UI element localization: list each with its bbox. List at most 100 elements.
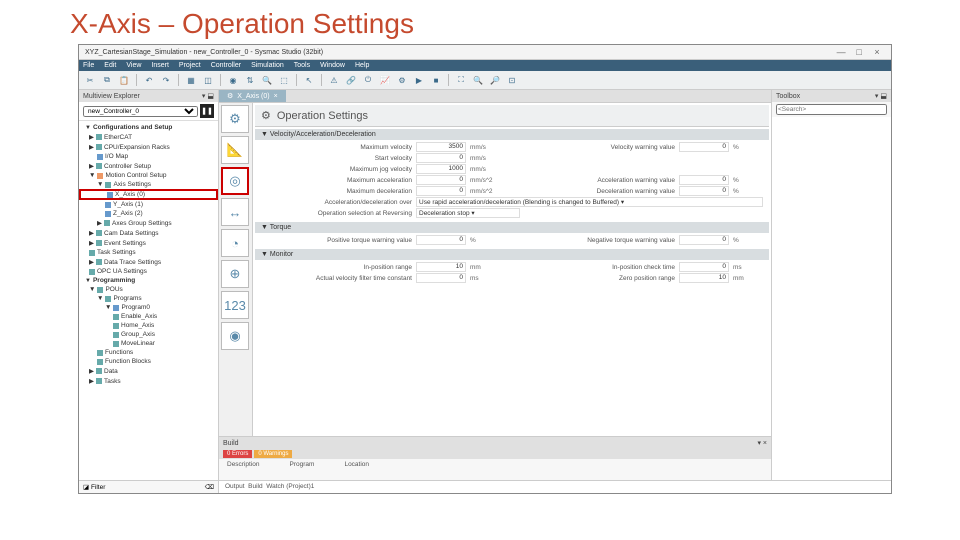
tree-pous[interactable]: ▼ POUs — [79, 285, 218, 294]
menu-view[interactable]: View — [126, 62, 141, 69]
tree-config[interactable]: ▼Configurations and Setup — [79, 123, 218, 132]
zoom-out-icon[interactable]: 🔎 — [488, 73, 502, 87]
cursor-icon[interactable]: ↖ — [302, 73, 316, 87]
tree-event[interactable]: ▶ Event Settings — [79, 238, 218, 248]
tree-controller-setup[interactable]: ▶ Controller Setup — [79, 161, 218, 171]
accwarn-input[interactable]: 0 — [679, 175, 729, 185]
adover-dropdown[interactable]: Use rapid acceleration/deceleration (Ble… — [416, 197, 763, 207]
tree-y-axis[interactable]: Y_Axis (1) — [79, 200, 218, 209]
section-header-torque[interactable]: ▼ Torque — [255, 222, 769, 233]
sim-icon[interactable]: ▶ — [412, 73, 426, 87]
nav-homing[interactable]: ⊕ — [221, 260, 249, 288]
redo-icon[interactable]: ↷ — [159, 73, 173, 87]
pause-button[interactable]: ❚❚ — [200, 104, 214, 118]
section-header-monitor[interactable]: ▼ Monitor — [255, 249, 769, 260]
section-header-velocity[interactable]: ▼ Velocity/Acceleration/Deceleration — [255, 129, 769, 140]
negtorque-input[interactable]: 0 — [679, 235, 729, 245]
zpr-input[interactable]: 10 — [679, 273, 729, 283]
build-icon[interactable]: ▦ — [184, 73, 198, 87]
toolbox-search-input[interactable] — [776, 104, 887, 115]
nav-other[interactable]: ↔ — [221, 198, 249, 226]
tree-cpu[interactable]: ▶ CPU/Expansion Racks — [79, 142, 218, 152]
maxvel-input[interactable]: 3500 — [416, 142, 466, 152]
online-icon[interactable]: ◉ — [226, 73, 240, 87]
tree-trace[interactable]: ▶ Data Trace Settings — [79, 257, 218, 267]
panel-pin-icon[interactable]: ▾ ⬓ — [875, 92, 887, 100]
link-icon[interactable]: 🔗 — [344, 73, 358, 87]
postorque-input[interactable]: 0 — [416, 235, 466, 245]
menu-simulation[interactable]: Simulation — [251, 62, 284, 69]
tab-watch[interactable]: Watch (Project)1 — [266, 483, 314, 490]
maximize-button[interactable]: □ — [851, 47, 867, 57]
tree-movelinear[interactable]: MoveLinear — [79, 339, 218, 348]
panel-pin-icon[interactable]: ▾ ⬓ — [202, 92, 214, 100]
sync-icon[interactable]: ⇅ — [243, 73, 257, 87]
tree-x-axis[interactable]: X_Axis (0) — [79, 189, 218, 200]
controller-dropdown[interactable]: new_Controller_0 — [83, 106, 198, 117]
menu-help[interactable]: Help — [355, 62, 369, 69]
tree-home-axis[interactable]: Home_Axis — [79, 321, 218, 330]
tree-cam[interactable]: ▶ Cam Data Settings — [79, 228, 218, 238]
tree-group-axis[interactable]: Group_Axis — [79, 330, 218, 339]
nav-unit-conversion[interactable]: 📐 — [221, 136, 249, 164]
copy-icon[interactable]: ⧉ — [100, 73, 114, 87]
rebuild-icon[interactable]: ◫ — [201, 73, 215, 87]
menu-controller[interactable]: Controller — [211, 62, 241, 69]
ipc-input[interactable]: 0 — [679, 262, 729, 272]
opsel-dropdown[interactable]: Deceleration stop ▾ — [416, 208, 520, 218]
zoom-100-icon[interactable]: ⊡ — [505, 73, 519, 87]
tab-output[interactable]: Output — [225, 483, 245, 490]
menu-tools[interactable]: Tools — [294, 62, 310, 69]
panel-close-icon[interactable]: ▾ × — [757, 439, 767, 447]
nav-position-count[interactable]: 123 — [221, 291, 249, 319]
graph-icon[interactable]: 📈 — [378, 73, 392, 87]
tab-build[interactable]: Build — [248, 483, 262, 490]
tree-opcua[interactable]: OPC UA Settings — [79, 267, 218, 276]
tree-iomap[interactable]: I/O Map — [79, 152, 218, 161]
cut-icon[interactable]: ✂ — [83, 73, 97, 87]
tab-close-icon[interactable]: × — [274, 93, 278, 100]
stop-icon[interactable]: ■ — [429, 73, 443, 87]
controller-icon[interactable]: ⬚ — [277, 73, 291, 87]
menu-project[interactable]: Project — [179, 62, 201, 69]
tree-function-blocks[interactable]: Function Blocks — [79, 357, 218, 366]
warnings-tab[interactable]: 0 Warnings — [254, 450, 292, 458]
tree-ethercat[interactable]: ▶ EtherCAT — [79, 132, 218, 142]
search-icon[interactable]: 🔍 — [260, 73, 274, 87]
zoom-fit-icon[interactable]: ⛶ — [454, 73, 468, 87]
tree-functions[interactable]: Functions — [79, 348, 218, 357]
tree-task[interactable]: Task Settings — [79, 248, 218, 257]
menu-edit[interactable]: Edit — [104, 62, 116, 69]
menu-insert[interactable]: Insert — [151, 62, 169, 69]
minimize-button[interactable]: — — [833, 47, 849, 57]
velwarn-input[interactable]: 0 — [679, 142, 729, 152]
tree-enable-axis[interactable]: Enable_Axis — [79, 312, 218, 321]
errors-tab[interactable]: 0 Errors — [223, 450, 252, 458]
startvel-input[interactable]: 0 — [416, 153, 466, 163]
filter-bar[interactable]: ◪ Filter ⌫ — [79, 481, 219, 493]
tree-programming[interactable]: ▼Programming — [79, 276, 218, 285]
tree-axis-settings[interactable]: ▼ Axis Settings — [79, 180, 218, 189]
undo-icon[interactable]: ↶ — [142, 73, 156, 87]
menu-window[interactable]: Window — [320, 62, 345, 69]
maxjog-input[interactable]: 1000 — [416, 164, 466, 174]
close-button[interactable]: × — [869, 47, 885, 57]
power-icon[interactable]: ⏻ — [361, 73, 375, 87]
filter-clear-icon[interactable]: ⌫ — [205, 483, 214, 491]
ipr-input[interactable]: 10 — [416, 262, 466, 272]
nav-servo[interactable]: ◉ — [221, 322, 249, 350]
tree-motion[interactable]: ▼ Motion Control Setup — [79, 171, 218, 180]
tree-z-axis[interactable]: Z_Axis (2) — [79, 209, 218, 218]
zoom-in-icon[interactable]: 🔍 — [471, 73, 485, 87]
tree-programs[interactable]: ▼ Programs — [79, 294, 218, 303]
avf-input[interactable]: 0 — [416, 273, 466, 283]
maxacc-input[interactable]: 0 — [416, 175, 466, 185]
warn-icon[interactable]: ⚠ — [327, 73, 341, 87]
tree-tasks[interactable]: ▶ Tasks — [79, 376, 218, 386]
paste-icon[interactable]: 📋 — [117, 73, 131, 87]
tree-axes-group[interactable]: ▶ Axes Group Settings — [79, 218, 218, 228]
config-icon[interactable]: ⚙ — [395, 73, 409, 87]
menu-file[interactable]: File — [83, 62, 94, 69]
nav-operation-settings[interactable]: ◎ — [221, 167, 249, 195]
decwarn-input[interactable]: 0 — [679, 186, 729, 196]
